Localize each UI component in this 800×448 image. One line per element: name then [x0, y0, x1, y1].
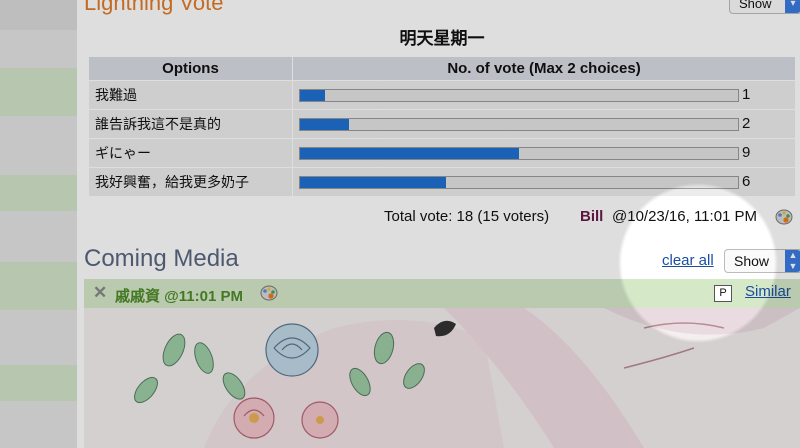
show-select-label: Show — [739, 0, 772, 11]
section-title: Lightning Vote — [84, 0, 224, 15]
vote-option-row[interactable]: 誰告訴我這不是真的 2 — [89, 110, 795, 138]
vote-bar-fill — [300, 177, 446, 188]
vote-count: 6 — [742, 173, 751, 190]
column-header-options: Options — [162, 60, 219, 77]
vote-count: 9 — [742, 144, 751, 161]
palette-icon[interactable] — [775, 209, 793, 225]
sidebar-block — [0, 68, 77, 116]
option-label: 我好興奮，給我更多奶子 — [95, 174, 249, 190]
vote-bar-fill — [300, 148, 519, 159]
similar-link[interactable]: Similar — [745, 283, 791, 300]
vote-option-row[interactable]: 我好興奮，給我更多奶子 6 — [89, 168, 795, 196]
vote-bar — [299, 176, 739, 189]
option-label: 我難過 — [95, 87, 137, 103]
vote-table: Options No. of vote (Max 2 choices) 我難過 … — [89, 57, 795, 197]
sidebar-block — [0, 175, 77, 211]
option-label: 誰告訴我這不是真的 — [95, 116, 221, 132]
show-select-label: Show — [734, 253, 770, 269]
column-header-votes: No. of vote (Max 2 choices) — [447, 60, 641, 77]
table-header: Options No. of vote (Max 2 choices) — [89, 57, 795, 80]
vote-timestamp: @10/23/16, 11:01 PM — [612, 208, 758, 225]
vote-count: 1 — [742, 86, 751, 103]
vote-bar-fill — [300, 90, 325, 101]
chevron-updown-icon: ▲ ▼ — [785, 250, 800, 272]
show-select[interactable]: Show ▲ ▼ — [724, 249, 800, 273]
p-badge: P — [714, 285, 732, 302]
show-select[interactable]: Show ▾ — [729, 0, 800, 14]
author-link[interactable]: Bill — [580, 208, 603, 225]
media-image[interactable] — [84, 308, 800, 448]
vote-bar — [299, 118, 739, 131]
clear-all-link[interactable]: clear all — [662, 252, 714, 269]
vote-bar — [299, 147, 739, 160]
sidebar-block — [0, 262, 77, 310]
option-label: ギにゃー — [95, 145, 151, 161]
palette-icon[interactable] — [260, 285, 278, 301]
sidebar-block — [0, 365, 77, 401]
media-user-time[interactable]: 戚戚資 @11:01 PM — [115, 285, 243, 306]
vote-total: Total vote: 18 (15 voters) — [384, 208, 550, 225]
media-item-row: ✕ 戚戚資 @11:01 PM P Similar — [84, 279, 800, 308]
vote-option-row[interactable]: ギにゃー 9 — [89, 139, 795, 167]
sidebar-block — [0, 0, 77, 30]
vote-bar — [299, 89, 739, 102]
close-icon[interactable]: ✕ — [93, 283, 107, 303]
chevron-down-icon: ▾ — [785, 0, 800, 13]
vote-bar-fill — [300, 119, 350, 130]
column-divider — [292, 57, 293, 197]
artwork-illustration — [84, 308, 800, 448]
section-title: Coming Media — [84, 245, 239, 272]
vote-question: 明天星期一 — [399, 29, 485, 48]
vote-count: 2 — [742, 115, 751, 132]
vote-option-row[interactable]: 我難過 1 — [89, 81, 795, 109]
